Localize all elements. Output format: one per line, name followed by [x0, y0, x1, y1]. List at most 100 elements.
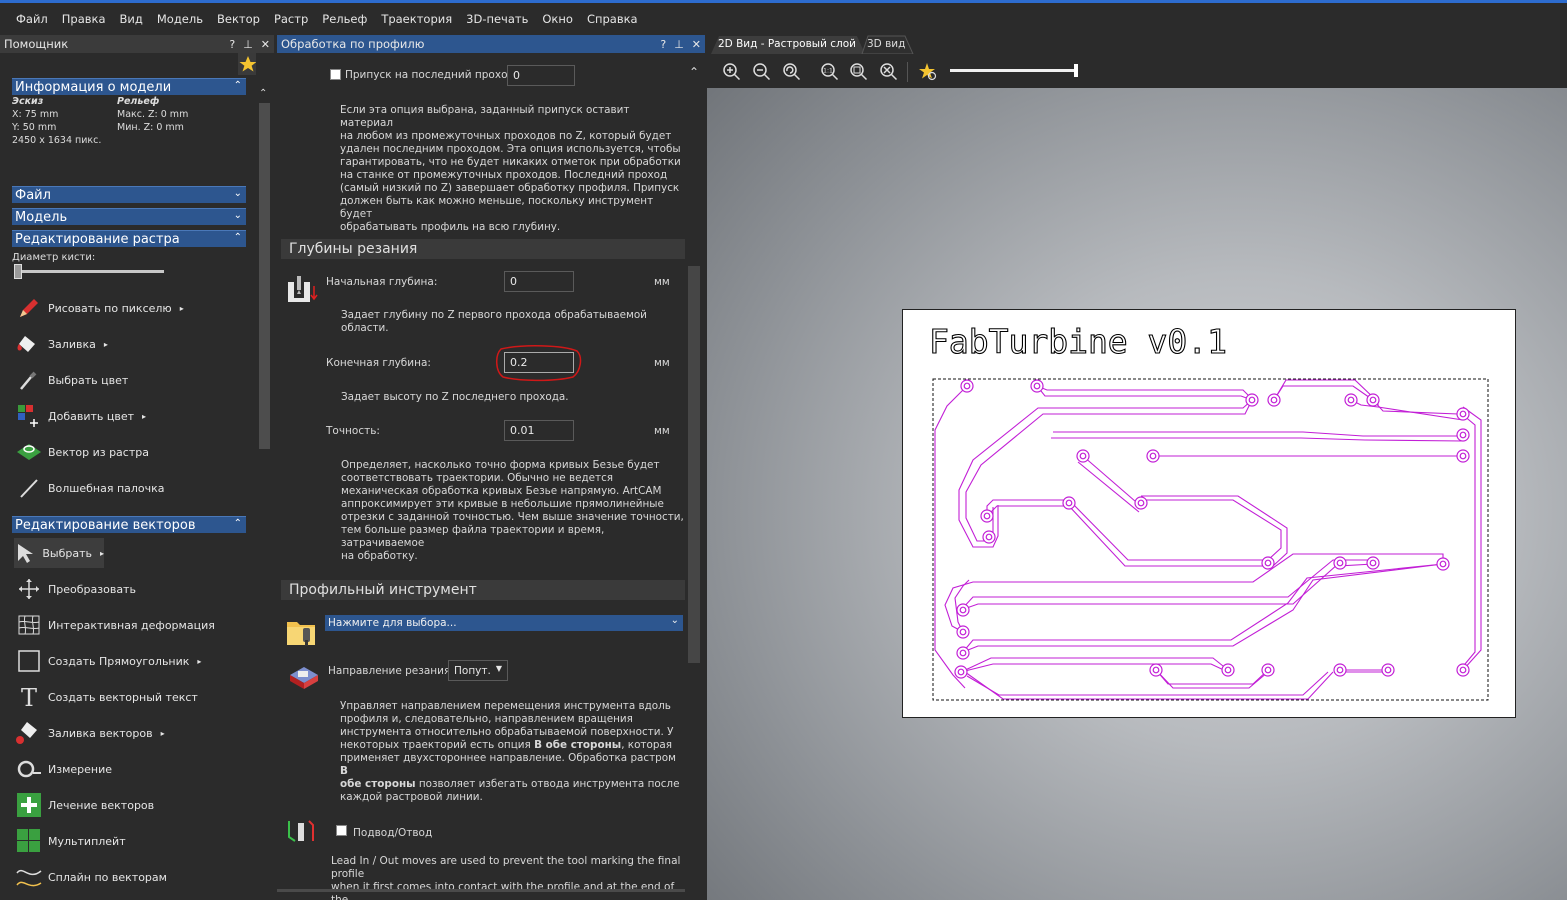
menu-raster[interactable]: Растр — [267, 12, 315, 26]
vector-from-raster-icon — [14, 438, 44, 466]
assistant-scrollbar[interactable]: ⌃ — [256, 53, 274, 900]
tool-pencil[interactable]: Рисовать по пикселю ▸ — [14, 293, 184, 323]
menu-help[interactable]: Справка — [580, 12, 645, 26]
file-section-title: Файл — [15, 187, 51, 203]
favorites-star-icon[interactable] — [238, 53, 256, 75]
chevron-down-icon: ⌄ — [670, 615, 679, 626]
tool-select-arrow[interactable]: Выбрать ▸ — [14, 538, 104, 568]
close-icon[interactable]: ✕ — [692, 38, 701, 51]
tool-rectangle[interactable]: Создать Прямоугольник ▸ — [14, 646, 201, 676]
cutting-depth-icon — [286, 274, 318, 306]
view-toolbar: 1:1 — [707, 54, 1567, 88]
menu-3d-print[interactable]: 3D-печать — [459, 12, 535, 26]
scrollbar-thumb[interactable] — [688, 266, 700, 663]
desc-line: Управляет направлением перемещения инстр… — [340, 700, 671, 712]
tool-heal-vectors[interactable]: Лечение векторов — [14, 790, 154, 820]
accuracy-unit: мм — [654, 425, 670, 437]
brightness-slider-handle[interactable] — [1074, 64, 1078, 77]
desc-bold: обе стороны — [340, 778, 416, 790]
menu-bar: Файл Правка Вид Модель Вектор Растр Рель… — [0, 3, 1567, 34]
pcb-pad-hole — [985, 533, 993, 541]
model-canvas[interactable]: FabTurbine v0.1 — [902, 309, 1516, 718]
favorite-view-icon[interactable] — [918, 62, 938, 82]
tool-tape-measure[interactable]: Измерение — [14, 754, 112, 784]
lead-in-out-checkbox[interactable] — [336, 825, 347, 836]
accuracy-input[interactable]: 0.01 — [504, 420, 574, 441]
raster-edit-section-header[interactable]: Редактирование растра ⌃ — [12, 230, 246, 247]
start-depth-input[interactable]: 0 — [504, 271, 574, 292]
menu-relief[interactable]: Рельеф — [315, 12, 374, 26]
text-icon: T — [14, 683, 44, 711]
pin-icon[interactable]: ⊥ — [674, 38, 684, 51]
brightness-slider[interactable] — [950, 69, 1077, 72]
submenu-arrow-icon: ▸ — [99, 548, 104, 558]
last-pass-label: Припуск на последний проход — [345, 69, 515, 81]
menu-model[interactable]: Модель — [150, 12, 210, 26]
file-section-header[interactable]: Файл ⌄ — [12, 186, 246, 203]
pcb-pad-hole — [1137, 499, 1145, 507]
tab-2d-view[interactable]: 2D Вид - Растровый слой — [718, 38, 856, 50]
help-icon[interactable]: ? — [229, 38, 235, 51]
desc-line: должен быть как можно меньше, поскольку … — [340, 195, 654, 220]
cutting-direction-label: Направление резания: — [328, 665, 454, 677]
tool-mesh-warp[interactable]: Интерактивная деформация — [14, 610, 215, 640]
last-pass-checkbox[interactable] — [330, 69, 341, 80]
magic-wand-icon — [14, 474, 44, 502]
profile-panel-scrollbar[interactable]: ⌃ — [685, 53, 705, 900]
chevron-up-icon: ⌃ — [233, 232, 242, 243]
tab-3d-view[interactable]: 3D вид — [867, 38, 905, 50]
tool-multiplate[interactable]: Мультиплейт — [14, 826, 126, 856]
brush-slider-handle[interactable] — [14, 264, 22, 279]
tool-vector-fill[interactable]: Заливка векторов ▸ — [14, 718, 165, 748]
desc-line: Если эта опция выбрана, заданный припуск… — [340, 104, 630, 129]
tool-text[interactable]: T Создать векторный текст — [14, 682, 198, 712]
tool-fill-bucket[interactable]: Заливка ▸ — [14, 329, 108, 359]
menu-toolpath[interactable]: Траектория — [374, 12, 459, 26]
desc-line: тем больше размер файла траектории и вре… — [341, 524, 605, 549]
spline-icon — [14, 863, 44, 891]
pin-icon[interactable]: ⊥ — [243, 38, 253, 51]
scroll-up-icon[interactable]: ⌃ — [259, 88, 267, 99]
help-icon[interactable]: ? — [660, 38, 666, 51]
tool-select-dropdown[interactable]: Нажмите для выбора... ⌄ — [325, 615, 683, 631]
tool-vector-from-raster[interactable]: Вектор из растра — [14, 437, 149, 467]
horizontal-scrollbar[interactable] — [277, 889, 685, 892]
cutting-direction-select[interactable]: Попут. ▼ — [448, 660, 508, 681]
menu-edit[interactable]: Правка — [55, 12, 113, 26]
desc-line: на станке от промежуточных проходов. Пос… — [340, 169, 668, 181]
menu-file[interactable]: Файл — [9, 12, 55, 26]
zoom-previous-icon[interactable] — [782, 62, 802, 82]
vector-edit-section-header[interactable]: Редактирование векторов ⌃ — [12, 516, 246, 533]
pcb-pad-hole — [1149, 452, 1157, 460]
close-icon[interactable]: ✕ — [261, 38, 270, 51]
tool-eyedropper[interactable]: Выбрать цвет — [14, 365, 128, 395]
zoom-out-icon[interactable] — [752, 62, 772, 82]
tool-spline[interactable]: Сплайн по векторам — [14, 862, 167, 892]
zoom-selection-icon[interactable] — [879, 62, 899, 82]
pcb-pad-hole — [1459, 431, 1467, 439]
cutting-direction-value: Попут. — [454, 664, 491, 677]
model-info-header[interactable]: Информация о модели ⌃ — [12, 78, 246, 95]
last-pass-input[interactable]: 0 — [507, 65, 575, 86]
profile-panel-titlebar: Обработка по профилю ? ⊥ ✕ — [277, 35, 705, 53]
pcb-pad-hole — [959, 649, 967, 657]
zoom-in-icon[interactable] — [722, 62, 742, 82]
scrollbar-thumb[interactable] — [259, 103, 270, 449]
scroll-up-icon[interactable]: ⌃ — [689, 65, 699, 79]
tool-magic-wand[interactable]: Волшебная палочка — [14, 473, 165, 503]
zoom-1-to-1-icon[interactable]: 1:1 — [820, 62, 840, 82]
desc-line: обе стороны позволяет избегать отвода ин… — [340, 778, 685, 791]
menu-view[interactable]: Вид — [113, 12, 150, 26]
zoom-extents-icon[interactable] — [849, 62, 869, 82]
tool-label: Добавить цвет — [48, 409, 135, 423]
model-section-header[interactable]: Модель ⌄ — [12, 208, 246, 225]
menu-vector[interactable]: Вектор — [210, 12, 267, 26]
assistant-panel: ▸ Информация о модели ⌃ Эскиз Рельеф X: … — [0, 53, 256, 900]
tool-add-color[interactable]: Добавить цвет ▸ — [14, 401, 146, 431]
brush-diameter-slider[interactable] — [14, 270, 164, 273]
tool-select-value: Нажмите для выбора... — [328, 617, 457, 629]
menu-window[interactable]: Окно — [535, 12, 580, 26]
desc-line: аппроксимирует эти кривые в небольшие пр… — [341, 498, 664, 510]
tool-label: Сплайн по векторам — [48, 870, 167, 884]
tool-transform[interactable]: Преобразовать — [14, 574, 136, 604]
